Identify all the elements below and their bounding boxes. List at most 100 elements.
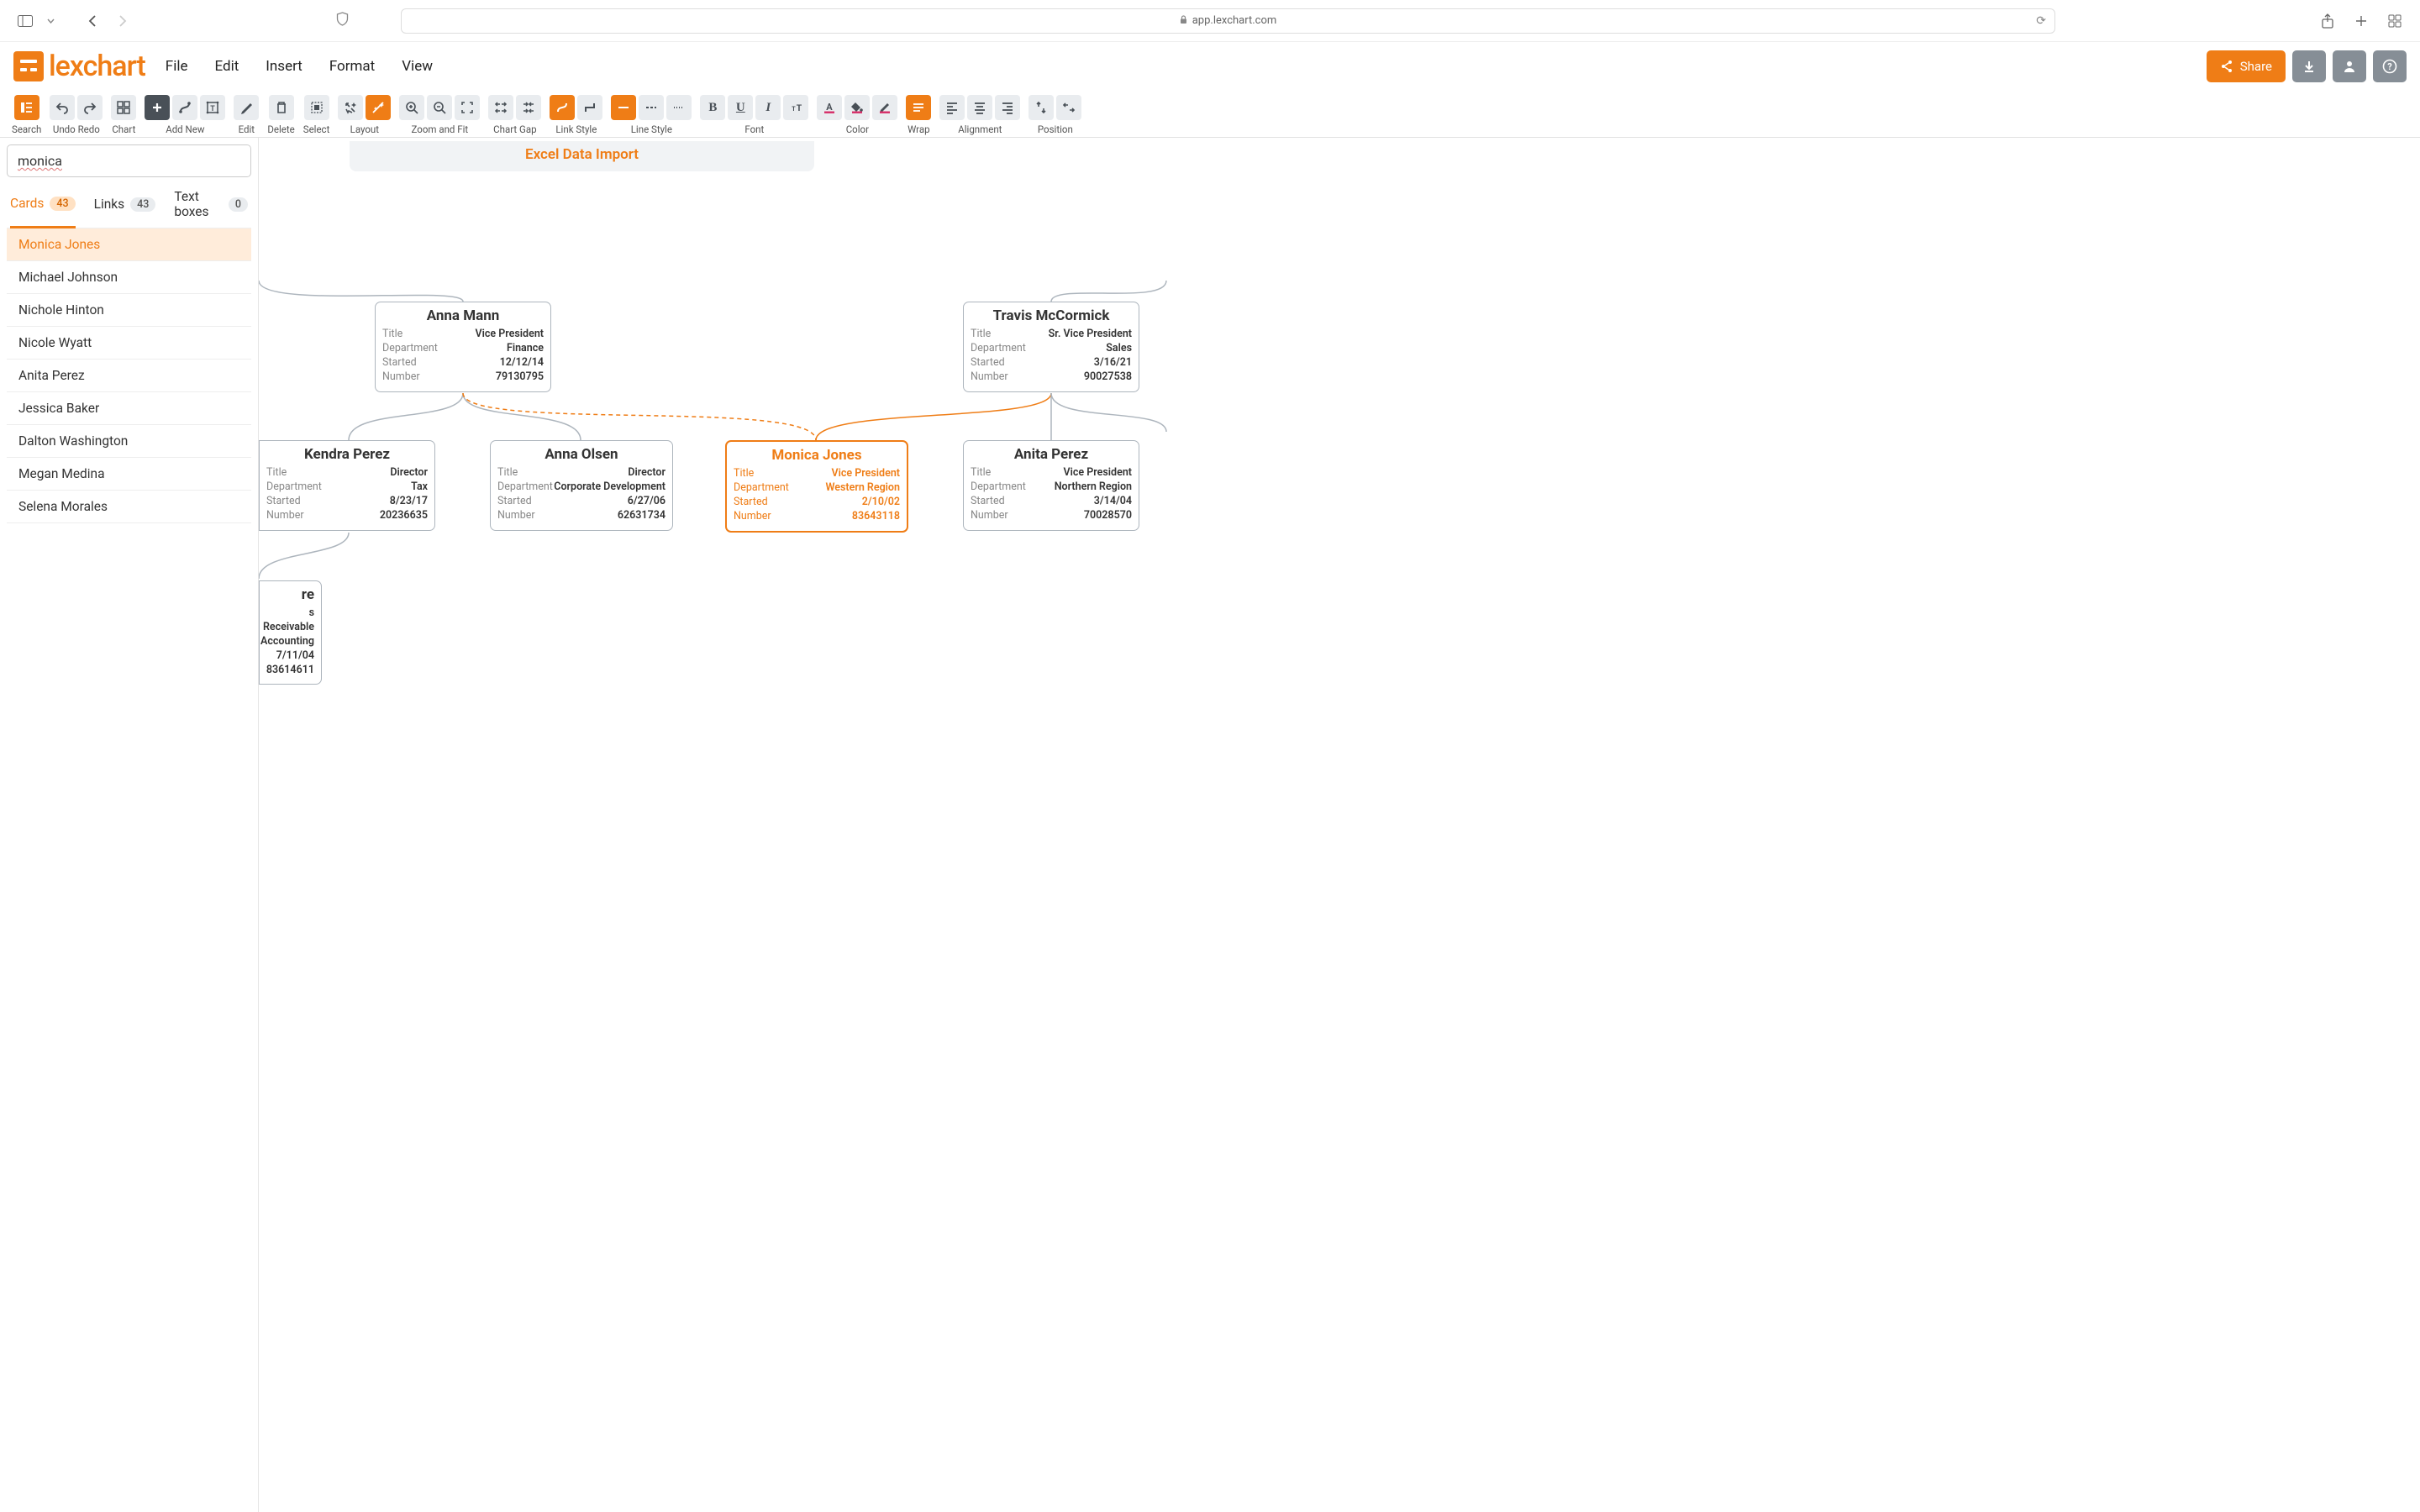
toolbar-label-font: Font <box>744 123 764 135</box>
reload-icon[interactable]: ⟳ <box>2036 14 2046 28</box>
logo-text: lexchart <box>49 50 145 83</box>
position-vert-button[interactable] <box>1028 95 1054 120</box>
share-label: Share <box>2240 59 2272 74</box>
address-bar[interactable]: app.lexchart.com ⟳ <box>401 8 2055 34</box>
tab-cards-count: 43 <box>50 197 75 211</box>
menu-edit[interactable]: Edit <box>214 58 239 75</box>
result-item[interactable]: Selena Morales <box>7 491 251 523</box>
zoom-out-button[interactable] <box>427 95 452 120</box>
search-sidebar: monica Cards 43 Links 43 Text boxes 0 Mo… <box>0 138 259 1512</box>
tab-textboxes[interactable]: Text boxes 0 <box>174 189 248 228</box>
line-dotted-button[interactable] <box>666 95 692 120</box>
org-card-clipped[interactable]: re s Receivable Accounting 7/11/04 83614… <box>259 580 322 685</box>
account-button[interactable] <box>2333 50 2366 82</box>
document-title: Excel Data Import <box>350 141 814 171</box>
menu-file[interactable]: File <box>166 58 188 75</box>
tab-links-count: 43 <box>130 197 155 212</box>
fit-button[interactable] <box>455 95 480 120</box>
org-card[interactable]: Anna Mann TitleVice President Department… <box>375 302 551 392</box>
add-textbox-button[interactable]: T <box>200 95 225 120</box>
line-solid-button[interactable] <box>611 95 636 120</box>
result-item[interactable]: Megan Medina <box>7 458 251 491</box>
search-toggle-button[interactable] <box>14 95 39 120</box>
gap-expand-button[interactable] <box>488 95 513 120</box>
edit-button[interactable] <box>234 95 259 120</box>
sidebar-toggle-icon[interactable] <box>15 11 35 31</box>
org-card[interactable]: Anna Olsen TitleDirector DepartmentCorpo… <box>490 440 673 531</box>
toolbar-label-color: Color <box>846 123 869 135</box>
menu-format[interactable]: Format <box>329 58 375 75</box>
align-right-button[interactable] <box>995 95 1020 120</box>
add-card-button[interactable] <box>145 95 170 120</box>
help-icon: ? <box>2382 59 2397 74</box>
result-item[interactable]: Dalton Washington <box>7 425 251 458</box>
forward-icon[interactable] <box>113 11 133 31</box>
link-straight-button[interactable] <box>577 95 602 120</box>
logo[interactable]: lexchart <box>13 50 145 83</box>
shield-icon[interactable] <box>336 12 349 29</box>
card-name: Travis McCormick <box>971 307 1132 324</box>
text-size-button[interactable]: TT <box>783 95 808 120</box>
redo-button[interactable] <box>77 95 103 120</box>
align-left-button[interactable] <box>939 95 965 120</box>
result-item[interactable]: Anita Perez <box>7 360 251 392</box>
chevron-down-icon[interactable] <box>45 11 55 31</box>
svg-text:T: T <box>211 105 216 113</box>
fill-color-button[interactable] <box>844 95 870 120</box>
position-horiz-button[interactable] <box>1056 95 1081 120</box>
select-button[interactable] <box>304 95 329 120</box>
search-input[interactable]: monica <box>18 153 62 169</box>
result-item[interactable]: Nichole Hinton <box>7 294 251 327</box>
svg-text:?: ? <box>2387 61 2392 72</box>
toolbar-label-layout: Layout <box>350 123 379 135</box>
chart-button[interactable] <box>111 95 136 120</box>
search-input-wrapper[interactable]: monica <box>7 144 251 177</box>
border-color-button[interactable] <box>872 95 897 120</box>
app-header: lexchart File Edit Insert Format View Sh… <box>0 42 2420 90</box>
bold-button[interactable]: B <box>700 95 725 120</box>
plus-icon[interactable] <box>2351 11 2371 31</box>
underline-button[interactable]: U <box>728 95 753 120</box>
help-button[interactable]: ? <box>2373 50 2407 82</box>
result-item[interactable]: Michael Johnson <box>7 261 251 294</box>
toolbar-label-zoom: Zoom and Fit <box>412 123 469 135</box>
download-button[interactable] <box>2292 50 2326 82</box>
menu-insert[interactable]: Insert <box>266 58 302 75</box>
result-item[interactable]: Monica Jones <box>7 228 251 261</box>
link-curved-button[interactable] <box>550 95 575 120</box>
layout-tree-button[interactable] <box>366 95 391 120</box>
align-center-button[interactable] <box>967 95 992 120</box>
gap-shrink-button[interactable] <box>516 95 541 120</box>
menu-view[interactable]: View <box>402 58 433 75</box>
italic-button[interactable]: I <box>755 95 781 120</box>
add-link-button[interactable] <box>172 95 197 120</box>
undo-button[interactable] <box>50 95 75 120</box>
result-item[interactable]: Jessica Baker <box>7 392 251 425</box>
lock-icon <box>1180 15 1187 27</box>
toolbar-label-wrap: Wrap <box>908 123 929 135</box>
tab-cards[interactable]: Cards 43 <box>10 189 76 228</box>
back-icon[interactable] <box>82 11 103 31</box>
share-icon[interactable] <box>2317 11 2338 31</box>
tab-links[interactable]: Links 43 <box>94 189 156 228</box>
org-card[interactable]: Travis McCormick TitleSr. Vice President… <box>963 302 1139 392</box>
tabs-grid-icon[interactable] <box>2385 11 2405 31</box>
org-card[interactable]: Anita Perez TitleVice President Departme… <box>963 440 1139 531</box>
zoom-in-button[interactable] <box>399 95 424 120</box>
card-name: Anita Perez <box>971 446 1132 463</box>
toolbar-label-search: Search <box>12 123 41 135</box>
delete-button[interactable] <box>269 95 294 120</box>
result-item[interactable]: Nicole Wyatt <box>7 327 251 360</box>
org-card-selected[interactable]: Monica Jones TitleVice President Departm… <box>725 440 908 533</box>
svg-text:T: T <box>797 102 802 113</box>
line-dashed-button[interactable] <box>639 95 664 120</box>
toolbar-label-addnew: Add New <box>166 123 204 135</box>
auto-layout-button[interactable] <box>338 95 363 120</box>
wrap-button[interactable] <box>906 95 931 120</box>
logo-icon <box>13 51 44 81</box>
org-card[interactable]: Kendra Perez TitleDirector DepartmentTax… <box>259 440 435 531</box>
text-color-button[interactable]: A <box>817 95 842 120</box>
share-button[interactable]: Share <box>2207 50 2286 82</box>
tab-textboxes-label: Text boxes <box>174 189 223 219</box>
canvas[interactable]: Excel Data Import Anna Mann TitleVice Pr <box>259 138 2420 1512</box>
